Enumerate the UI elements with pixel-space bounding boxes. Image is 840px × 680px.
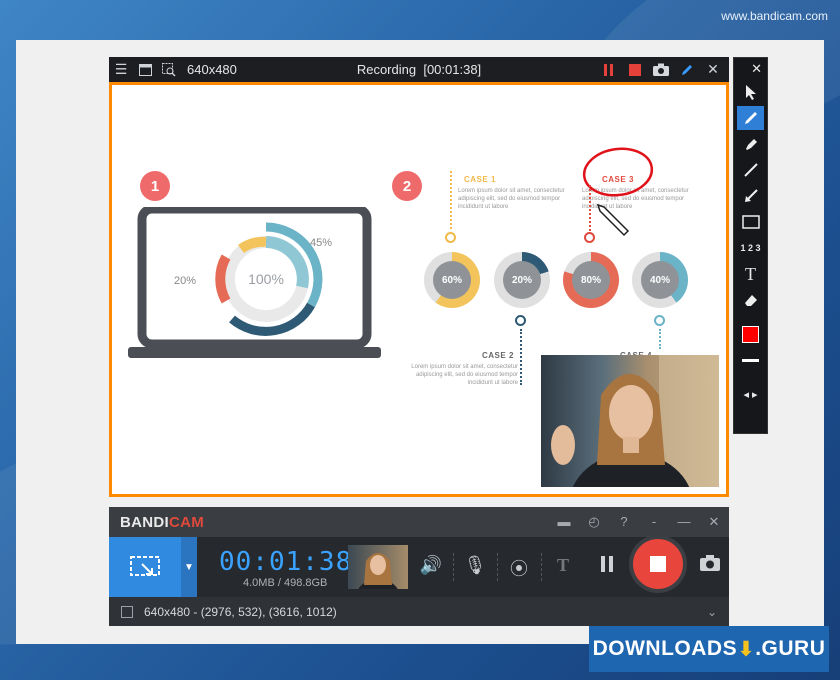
connector	[520, 329, 522, 385]
region-icon	[130, 556, 160, 576]
minimize-mini-icon[interactable]: -	[639, 514, 669, 530]
region-search-icon[interactable]	[157, 57, 181, 82]
pause-icon[interactable]	[597, 57, 621, 82]
progress-ring: 60%	[424, 252, 480, 308]
text-overlay-icon[interactable]: T	[550, 555, 576, 579]
region-info-bar: 640x480 - (2976, 532), (3616, 1012) ⌄	[109, 597, 729, 626]
bandicam-controls: ▼ 00:01:38 4.0MB / 498.8GB 🔊 🎙 ⦿ T	[109, 535, 729, 597]
connector	[659, 329, 661, 349]
clock-icon[interactable]: ◴	[579, 514, 609, 530]
highlighter-tool-icon[interactable]	[737, 132, 764, 156]
region-checkbox[interactable]	[121, 605, 133, 618]
mode-dropdown[interactable]: ▼	[181, 537, 197, 597]
svg-text:100%: 100%	[248, 271, 284, 287]
expand-chevron-icon[interactable]: ⌄	[707, 605, 717, 619]
connector-node	[445, 232, 456, 243]
recording-timer: 00:01:38	[219, 547, 353, 577]
percent-label-45: 45%	[310, 237, 333, 249]
help-icon[interactable]: ?	[609, 514, 639, 530]
laptop-illustration: 100%	[128, 207, 381, 358]
separator	[453, 553, 454, 581]
select-region-button[interactable]	[109, 537, 181, 597]
pen-cursor-icon	[596, 203, 630, 237]
step-number: 1	[140, 171, 170, 201]
pencil-icon[interactable]	[675, 57, 699, 82]
line-width-icon[interactable]	[737, 348, 764, 372]
recording-resolution: 640x480	[187, 62, 237, 77]
presenter-image	[551, 355, 719, 487]
window-icon[interactable]	[133, 57, 157, 82]
drawing-toolbar: ✕ 1 2 3 T ◂ ▸	[733, 57, 768, 434]
stop-icon[interactable]	[623, 57, 647, 82]
site-watermark: www.bandicam.com	[721, 9, 828, 23]
close-icon[interactable]: ✕	[701, 57, 725, 82]
toggle-position-icon[interactable]: ◂ ▸	[737, 382, 764, 406]
microphone-icon[interactable]: 🎙	[462, 555, 488, 579]
progress-ring: 40%	[632, 252, 688, 308]
webcam-thumbnail[interactable]	[348, 545, 408, 589]
connector-node	[654, 315, 665, 326]
connector	[450, 171, 452, 229]
cursor-effects-icon[interactable]: ⦿	[506, 555, 532, 579]
separator	[497, 553, 498, 581]
pause-icon[interactable]	[594, 555, 620, 579]
numbering-tool-icon[interactable]: 1 2 3	[737, 236, 764, 260]
line-tool-icon[interactable]	[737, 158, 764, 182]
stop-record-button[interactable]	[629, 535, 687, 593]
step-number: 2	[392, 171, 422, 201]
arrow-tool-icon[interactable]	[737, 184, 764, 208]
case-title: CASE 2	[482, 351, 514, 360]
folder-icon[interactable]: ▬	[549, 514, 579, 530]
stop-icon	[650, 556, 666, 572]
case-description: Lorem ipsum dolor sit amet, consectetur …	[458, 188, 565, 210]
eraser-tool-icon[interactable]	[737, 288, 764, 312]
menu-icon[interactable]: ☰	[109, 57, 133, 82]
select-tool-icon[interactable]	[737, 80, 764, 104]
screenshot-camera-icon[interactable]	[697, 555, 723, 579]
annotation-circle	[582, 147, 654, 197]
webcam-overlay[interactable]	[541, 355, 719, 487]
rectangle-tool-icon[interactable]	[737, 210, 764, 234]
bandicam-title-bar: BANDICAM ▬ ◴ ? - — ✕	[109, 507, 729, 537]
separator	[541, 553, 542, 581]
download-arrow-icon: ⬇	[737, 637, 756, 661]
minimize-icon[interactable]: —	[669, 514, 699, 530]
case-description: Lorem ipsum dolor sit amet, consectetur …	[411, 364, 518, 386]
camera-icon[interactable]	[649, 57, 673, 82]
progress-ring: 80%	[563, 252, 619, 308]
downloads-guru-logo: DOWNLOADS ⬇ .GURU	[589, 626, 829, 672]
close-icon[interactable]: ✕	[699, 514, 729, 530]
progress-ring: 20%	[494, 252, 550, 308]
case-title: CASE 1	[464, 175, 496, 184]
toolbar-close-icon[interactable]: ✕	[737, 60, 764, 78]
pen-tool-icon[interactable]	[737, 106, 764, 130]
bandicam-logo: BANDICAM	[120, 513, 205, 531]
recording-title-bar: ☰ 640x480 Recording [00:01:38] ✕	[109, 57, 729, 82]
speaker-icon[interactable]: 🔊	[418, 555, 444, 579]
percent-label-20: 20%	[174, 275, 197, 287]
connector	[589, 185, 591, 231]
color-swatch[interactable]	[737, 322, 764, 346]
connector-node	[584, 232, 595, 243]
region-coordinates: 640x480 - (2976, 532), (3616, 1012)	[144, 604, 337, 619]
file-size: 4.0MB / 498.8GB	[243, 577, 328, 589]
text-tool-icon[interactable]: T	[737, 262, 764, 286]
connector-node	[515, 315, 526, 326]
